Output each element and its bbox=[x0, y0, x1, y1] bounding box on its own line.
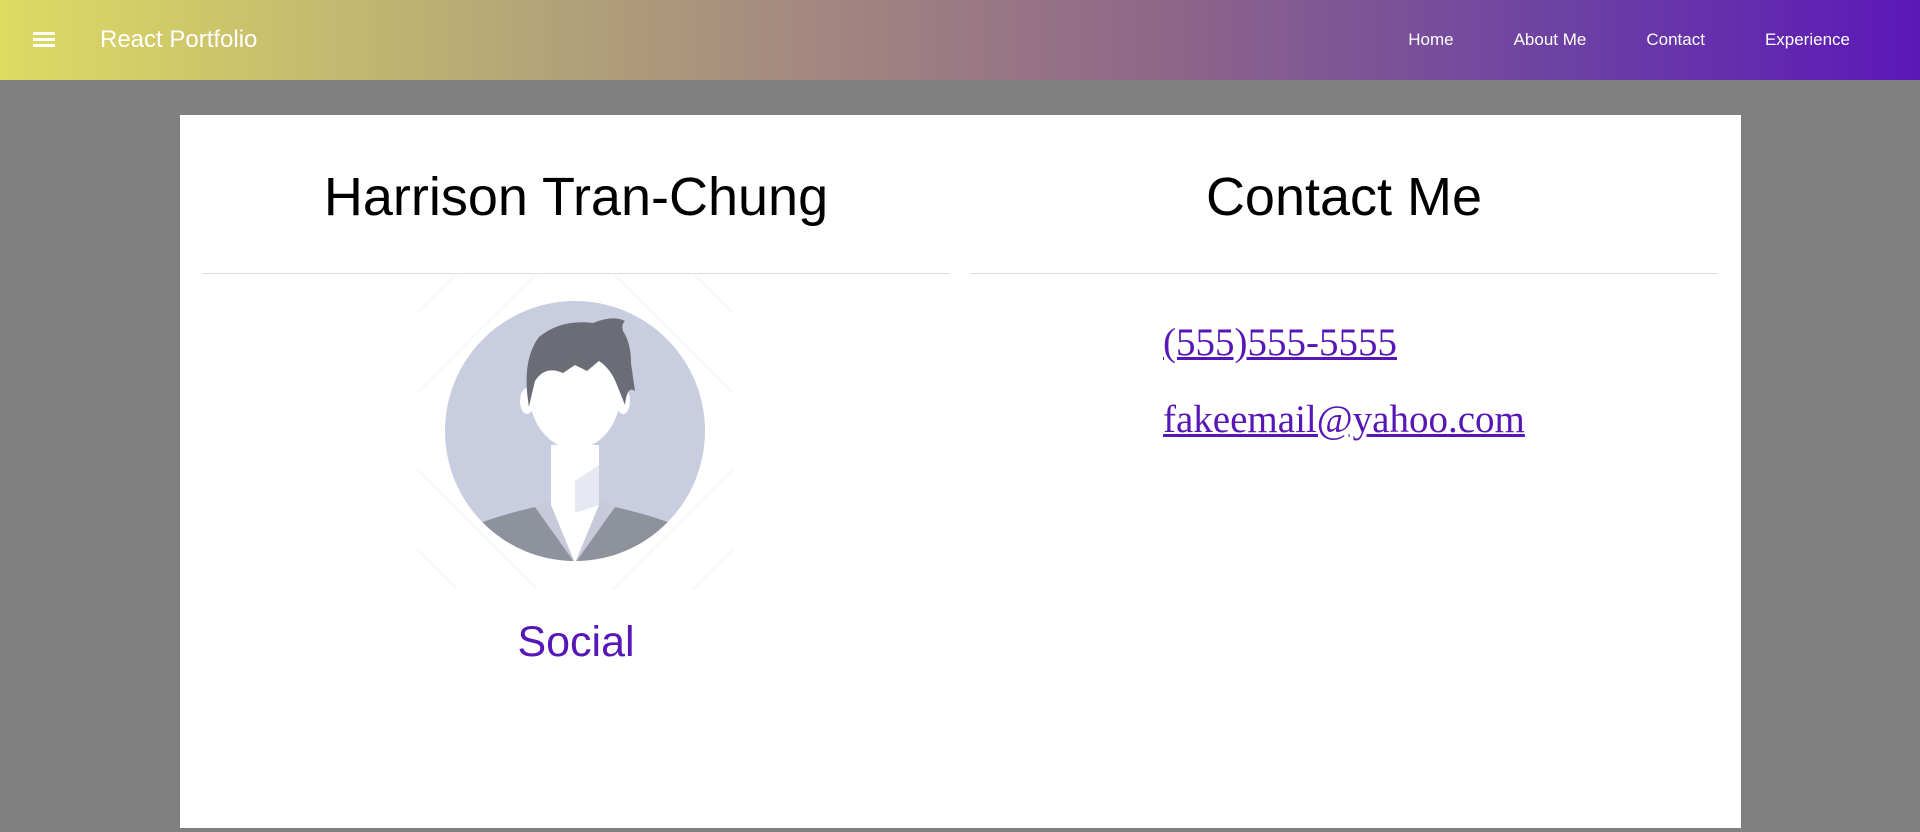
contact-heading: Contact Me bbox=[1205, 167, 1483, 227]
contact-divider bbox=[970, 273, 1718, 274]
hamburger-menu-icon[interactable] bbox=[30, 26, 58, 54]
nav-about-link[interactable]: About Me bbox=[1484, 30, 1617, 50]
profile-column: Harrison Tran-Chung Social bbox=[202, 115, 950, 666]
contact-column: Contact Me (555)555-5555 fakeemail@yahoo… bbox=[970, 115, 1718, 441]
phone-link[interactable]: (555)555-5555 bbox=[1163, 321, 1397, 365]
nav-contact-link[interactable]: Contact bbox=[1616, 30, 1735, 50]
brand-title[interactable]: React Portfolio bbox=[100, 26, 257, 54]
avatar-image bbox=[417, 273, 733, 589]
main-nav: Home About Me Contact Experience bbox=[1378, 0, 1880, 80]
nav-experience-link[interactable]: Experience bbox=[1735, 30, 1880, 50]
nav-home-link[interactable]: Home bbox=[1378, 30, 1483, 50]
default-user-avatar bbox=[417, 273, 733, 589]
email-link[interactable]: fakeemail@yahoo.com bbox=[1163, 398, 1525, 442]
profile-name-heading: Harrison Tran-Chung bbox=[323, 167, 829, 227]
content-card: Harrison Tran-Chung Social Contact Me (5… bbox=[180, 115, 1741, 828]
social-link[interactable]: Social bbox=[202, 617, 950, 667]
top-navbar: React Portfolio Home About Me Contact Ex… bbox=[0, 0, 1920, 80]
